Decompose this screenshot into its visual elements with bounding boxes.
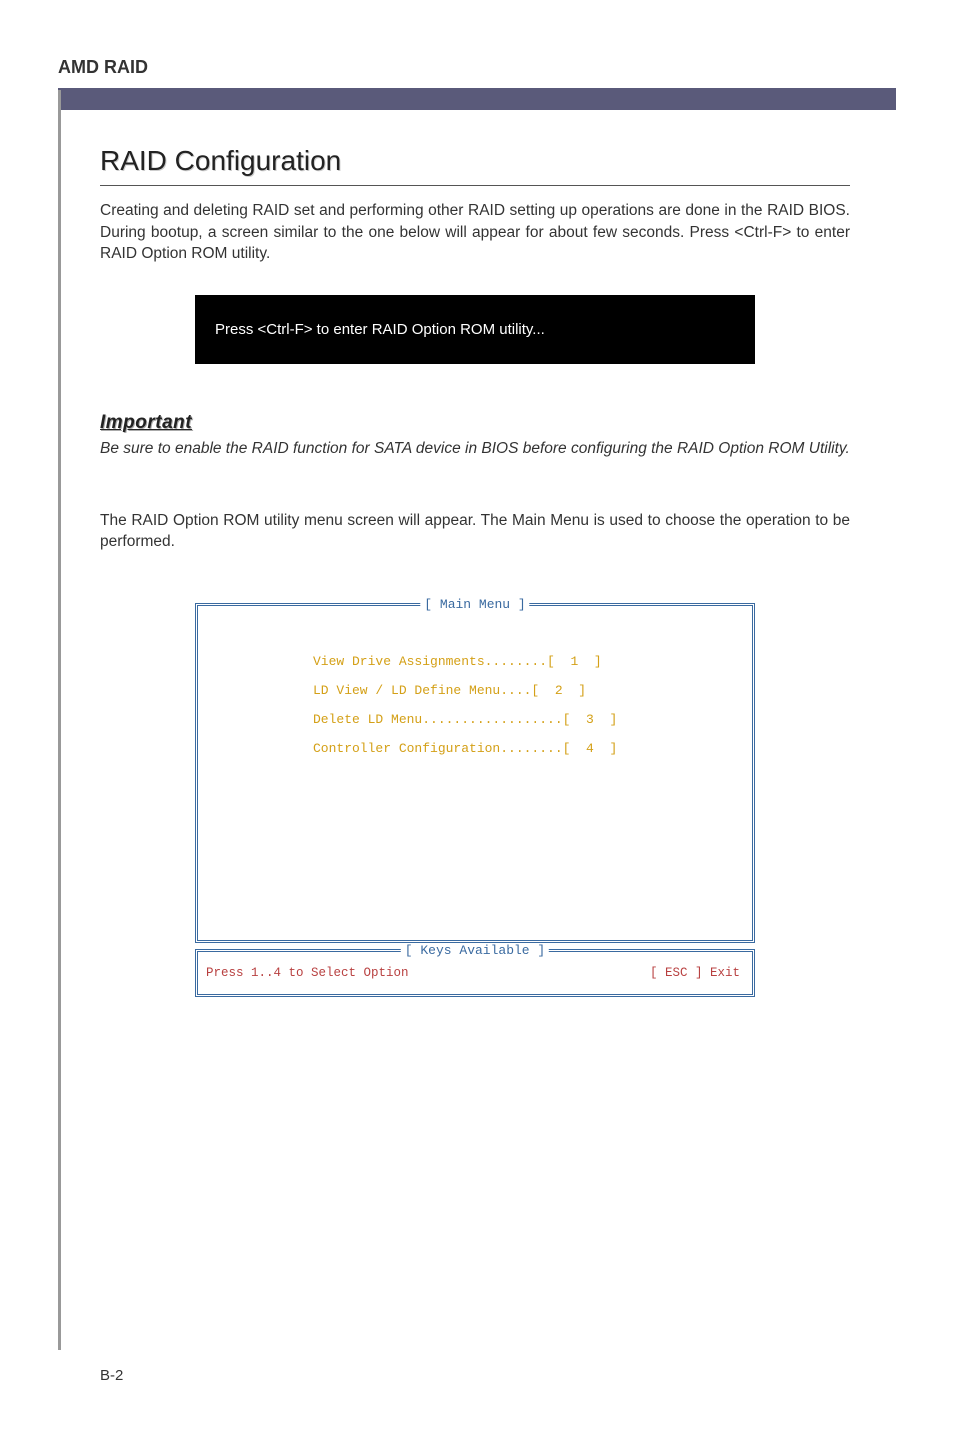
- bios-menu-list: View Drive Assignments........[ 1 ] LD V…: [198, 606, 752, 756]
- important-paragraph: Be sure to enable the RAID function for …: [100, 438, 850, 460]
- page-title: RAID Configuration: [100, 145, 850, 186]
- header-section-title: AMD RAID: [58, 57, 148, 78]
- important-label: Important: [100, 412, 850, 434]
- header-bar: [58, 88, 896, 110]
- bootup-prompt-box: Press <Ctrl-F> to enter RAID Option ROM …: [195, 295, 755, 364]
- bios-main-menu-box: [ Main Menu ] View Drive Assignments....…: [195, 603, 755, 943]
- bootup-prompt-text: Press <Ctrl-F> to enter RAID Option ROM …: [215, 321, 545, 338]
- page-container: AMD RAID RAID Configuration Creating and…: [0, 0, 954, 1432]
- bios-menu-item-view-drives[interactable]: View Drive Assignments........[ 1 ]: [313, 654, 752, 669]
- bios-main-menu-title: [ Main Menu ]: [420, 597, 529, 612]
- bios-menu-item-delete-ld[interactable]: Delete LD Menu..................[ 3 ]: [313, 712, 752, 727]
- bios-keys-right-hint: [ ESC ] Exit: [650, 966, 740, 980]
- bios-keys-left-hint: Press 1..4 to Select Option: [206, 966, 409, 980]
- left-border-rule: [58, 90, 61, 1350]
- bios-keys-box: [ Keys Available ] Press 1..4 to Select …: [195, 949, 755, 997]
- page-number: B-2: [100, 1367, 123, 1384]
- bios-keys-title: [ Keys Available ]: [401, 943, 549, 958]
- bios-menu-item-controller-config[interactable]: Controller Configuration........[ 4 ]: [313, 741, 752, 756]
- intro-paragraph: Creating and deleting RAID set and perfo…: [100, 200, 850, 265]
- bios-menu-item-ld-view[interactable]: LD View / LD Define Menu....[ 2 ]: [313, 683, 752, 698]
- content-area: RAID Configuration Creating and deleting…: [100, 145, 850, 997]
- bios-screenshot: [ Main Menu ] View Drive Assignments....…: [195, 603, 755, 997]
- post-paragraph: The RAID Option ROM utility menu screen …: [100, 510, 850, 553]
